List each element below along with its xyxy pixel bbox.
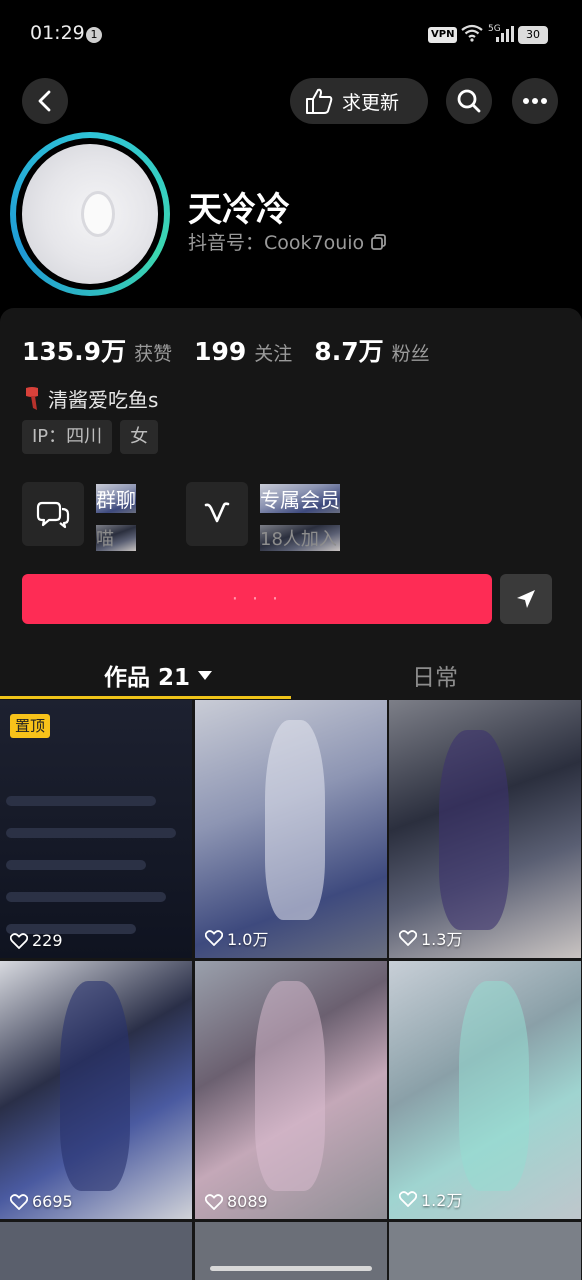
douyin-id-text: 抖音号：Cook7ouio [188,232,365,254]
pinned-badge: 置顶 [10,714,51,738]
group-chat-entry[interactable]: 群聊 喵 [22,482,136,551]
caret-down-icon [198,670,213,680]
scarf-emoji-icon [26,386,38,410]
video-tile[interactable] [389,1222,581,1280]
video-tile[interactable] [195,1222,387,1280]
notification-count-badge: 1 [86,27,102,43]
stat-likes-label: 获赞 [134,343,173,365]
membership-entry[interactable]: 专属会员 18人加入 [186,482,340,551]
tab-daily-label: 日常 [412,665,458,691]
status-time: 01:29 [30,22,85,44]
profile-tags: IP：四川 女 [22,420,166,454]
status-bar: 01:29 1 VPN 5G 30 [0,0,582,68]
thumbnail-detail [6,860,146,870]
group-chat-subtitle: 喵 [96,525,136,551]
thumbnail-figure [255,981,325,1191]
video-tile[interactable]: 8089 [195,961,387,1219]
video-likes-count: 8089 [227,1192,268,1211]
heart-icon [205,930,223,946]
stat-following-value: 199 [194,337,247,366]
stat-following-label: 关注 [254,343,293,365]
video-likes-count: 1.3万 [421,930,463,949]
stat-followers-label: 粉丝 [391,343,430,365]
thumbnail-figure [439,730,509,930]
membership-subtitle: 18人加入 [260,525,340,551]
signal-icon [496,26,514,42]
douyin-id-row[interactable]: 抖音号：Cook7ouio [188,228,388,255]
bio: 清酱爱吃鱼s [22,384,158,413]
stat-followers-value: 8.7万 [314,337,384,366]
video-likes: 1.2万 [399,1187,462,1211]
chat-bubble-icon [36,501,70,529]
video-tile[interactable]: 1.2万 [389,961,581,1219]
heart-icon [10,932,28,949]
tab-indicator [0,696,291,699]
heart-icon [205,1193,223,1210]
video-likes: 229 [10,931,63,950]
stat-following[interactable]: 199 关注 [194,337,292,366]
stat-followers[interactable]: 8.7万 粉丝 [314,332,429,368]
video-likes-count: 1.2万 [421,1191,463,1210]
thumbnail-figure [459,981,529,1191]
video-likes-count: 229 [32,931,63,950]
more-button[interactable] [512,78,558,124]
video-likes-count: 1.0万 [227,930,269,949]
thumbnail-detail [6,828,176,838]
tab-works[interactable]: 作品 21 [104,658,213,692]
video-likes: 6695 [10,1192,73,1211]
heart-icon [399,930,417,946]
video-likes: 8089 [205,1192,268,1211]
follow-button-label: · · · [231,588,283,610]
thumbnail-detail [6,796,156,806]
wifi-icon [461,24,483,42]
video-likes: 1.3万 [399,926,462,950]
video-likes-count: 6695 [32,1192,73,1211]
group-chat-title: 群聊 [96,484,136,513]
stats-row: 135.9万 获赞 199 关注 8.7万 粉丝 [22,332,452,368]
vpn-icon: VPN [428,27,458,43]
video-tile[interactable] [0,1222,192,1280]
search-icon [457,89,481,113]
thumbnail-detail [6,892,166,902]
chevron-left-icon [38,90,51,112]
video-tile[interactable]: 1.3万 [389,700,581,958]
request-update-label: 求更新 [342,91,400,114]
membership-title: 专属会员 [260,484,340,513]
tag-gender: 女 [120,420,159,454]
avatar-ring[interactable] [10,132,170,296]
tab-works-label: 作品 21 [104,665,191,691]
copy-icon[interactable] [370,233,388,251]
follow-button[interactable]: · · · [22,574,492,624]
more-dots-icon [523,98,547,104]
share-button[interactable] [500,574,552,624]
send-arrow-icon [517,590,535,608]
avatar [16,138,164,290]
profile-name: 天冷冷 [188,190,290,230]
avatar-image [22,144,158,284]
video-likes: 1.0万 [205,926,268,950]
thumbnail-figure [265,720,325,920]
back-button[interactable] [22,78,68,124]
membership-icon-box [186,482,248,546]
avatar-figure [84,194,112,234]
content-tabs: 作品 21 日常 [0,652,582,700]
battery-icon: 30 [518,26,548,44]
video-tile[interactable]: 6695 [0,961,192,1219]
stat-likes-value: 135.9万 [22,337,127,366]
heart-icon [10,1193,28,1210]
group-chat-icon-box [22,482,84,546]
search-button[interactable] [446,78,492,124]
thumbnail-figure [60,981,130,1191]
stat-likes[interactable]: 135.9万 获赞 [22,332,172,368]
bio-text: 清酱爱吃鱼s [48,388,159,412]
thumbs-up-icon [306,88,333,114]
tab-daily[interactable]: 日常 [412,658,458,692]
tag-ip-location: IP：四川 [22,420,113,454]
home-indicator[interactable] [210,1266,372,1271]
video-tile[interactable]: 置顶 229 [0,700,192,958]
v-badge-icon [204,502,230,523]
request-update-button[interactable]: 求更新 [290,78,428,124]
video-tile[interactable]: 1.0万 [195,700,387,958]
heart-icon [399,1191,417,1207]
